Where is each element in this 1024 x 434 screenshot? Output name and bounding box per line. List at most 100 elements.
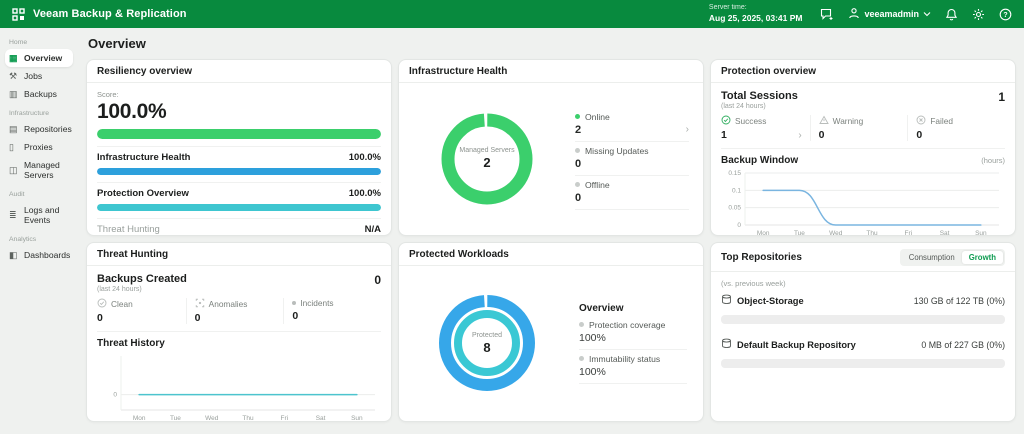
threat-history-title: Threat History [97,338,165,349]
resiliency-row-protection-overview[interactable]: Protection Overview 100.0% [97,182,381,218]
server-time-label: Server time: [709,4,803,13]
repository-usage: 130 GB of 122 TB (0%) [914,296,1005,306]
user-icon [848,7,860,21]
sidebar-item-label: Logs and Events [24,205,69,225]
chevron-right-icon: › [686,124,689,135]
score-value: 100.0% [97,100,381,124]
legend-item-offline[interactable]: Offline 0 [575,176,689,210]
tab-growth[interactable]: Growth [962,251,1003,264]
backup-window-title: Backup Window [721,155,798,166]
stat-label: Success [735,116,766,126]
workloads-item-label: Immutability status [589,354,660,364]
stat-label: Incidents [300,298,333,308]
sidebar-item-proxies[interactable]: ▯ Proxies [5,138,73,156]
sidebar-item-repositories[interactable]: ▤ Repositories [5,120,73,138]
backups-created-label: Backups Created [97,273,187,285]
score-label: Score: [97,90,381,99]
sidebar-item-dashboards[interactable]: ◧ Dashboards [5,246,73,264]
proxies-icon: ▯ [9,143,19,152]
panel-protected-workloads: Protected Workloads Protected 8 Overview [398,242,704,422]
svg-text:Thu: Thu [866,230,878,236]
logs-icon: ≣ [9,211,19,220]
sidebar-item-label: Backups [24,89,57,99]
sidebar-section-audit: Audit [9,191,69,198]
repository-usage-bar [721,315,1005,324]
chevron-right-icon: › [798,130,801,141]
chevron-down-icon [923,9,931,19]
workloads-item-immutability-status[interactable]: Immutability status 100% [579,350,687,384]
sidebar-item-managed-servers[interactable]: ◫ Managed Servers [5,156,73,184]
stat-label: Warning [833,116,864,126]
sidebar-item-backups[interactable]: ▥ Backups [5,85,73,103]
resiliency-row-label: Infrastructure Health [97,152,190,163]
stat-warning[interactable]: Warning 0 [810,115,908,141]
repository-row-object-storage[interactable]: Object-Storage 130 GB of 122 TB (0%) [721,292,1005,324]
panel-infrastructure-health: Infrastructure Health Managed Servers 2 [398,59,704,236]
offline-dot-icon [575,182,580,187]
settings-gear-icon[interactable] [972,8,985,21]
page-title: Overview [88,36,1016,51]
backups-created-sublabel: (last 24 hours) [97,286,187,293]
panel-top-repositories: Top Repositories Consumption Growth (vs.… [710,242,1016,422]
resiliency-row-infrastructure-health[interactable]: Infrastructure Health 100.0% [97,146,381,182]
warning-triangle-icon [819,115,829,127]
total-sessions-value: 1 [998,90,1005,104]
repository-usage: 0 MB of 227 GB (0%) [921,340,1005,350]
failed-circle-icon [916,115,926,127]
sidebar: Home ▦ Overview ⚒ Jobs ▥ Backups Infrast… [0,28,78,434]
stat-value: 0 [916,129,922,141]
resiliency-row-threat-hunting[interactable]: Threat Hunting N/A [97,218,381,236]
sidebar-section-home: Home [9,39,69,46]
workloads-item-protection-coverage[interactable]: Protection coverage 100% [579,316,687,350]
stat-incidents[interactable]: Incidents 0 [283,298,381,324]
help-icon[interactable]: ? [999,8,1012,21]
svg-text:Fri: Fri [904,230,912,236]
score-progress-bar [97,129,381,139]
stat-value: 0 [292,310,298,322]
legend-value: 2 [575,124,581,136]
repository-icon [721,292,732,310]
stat-clean[interactable]: Clean 0 [97,298,186,324]
success-check-icon [721,115,731,127]
backups-icon: ▥ [9,90,19,99]
svg-text:Tue: Tue [170,415,181,422]
repository-row-default-backup-repository[interactable]: Default Backup Repository 0 MB of 227 GB… [721,336,1005,368]
legend-item-missing-updates[interactable]: Missing Updates 0 [575,142,689,176]
tab-consumption[interactable]: Consumption [902,251,962,264]
resiliency-row-label: Threat Hunting [97,224,160,235]
panel-title: Resiliency overview [97,66,192,77]
total-sessions-label: Total Sessions [721,90,798,102]
sidebar-item-jobs[interactable]: ⚒ Jobs [5,67,73,85]
repository-usage-bar [721,359,1005,368]
resiliency-row-label: Protection Overview [97,188,189,199]
online-dot-icon [575,114,580,119]
sidebar-item-overview[interactable]: ▦ Overview [5,49,73,67]
svg-text:Thu: Thu [242,415,254,422]
panel-title: Protected Workloads [409,249,509,260]
legend-value: 0 [575,158,581,170]
legend-value: 0 [575,192,581,204]
stat-value: 0 [819,129,825,141]
repository-name: Object-Storage [737,296,804,306]
legend-item-online[interactable]: Online 2 › [575,108,689,142]
resiliency-row-value: 100.0% [349,152,381,163]
svg-text:Wed: Wed [205,415,219,422]
legend-label: Missing Updates [585,146,649,156]
sidebar-item-logs-and-events[interactable]: ≣ Logs and Events [5,201,73,229]
svg-text:0.05: 0.05 [728,205,741,212]
stat-anomalies[interactable]: Anomalies 0 [186,298,284,324]
notifications-bell-icon[interactable] [945,8,958,21]
panel-title: Threat Hunting [97,249,168,260]
threat-history-chart: 0MonTueWedThuFriSatSun [97,349,381,422]
user-menu[interactable]: veeamadmin [848,7,931,21]
top-bar: Veeam Backup & Replication Server time: … [0,0,1024,28]
svg-text:Sun: Sun [351,415,363,422]
user-name: veeamadmin [864,9,919,19]
stat-success[interactable]: Success 1 › [721,115,810,141]
anomalies-icon [195,298,205,310]
feedback-chat-icon[interactable] [820,8,834,21]
server-time-value: Aug 25, 2025, 03:41 PM [709,13,803,24]
stat-failed[interactable]: Failed 0 [907,115,1005,141]
panel-resiliency-overview: Resiliency overview Score: 100.0% Infras… [86,59,392,236]
backup-window-chart: 00.050.10.15MonTueWedThuFriSatSun [721,166,1005,236]
